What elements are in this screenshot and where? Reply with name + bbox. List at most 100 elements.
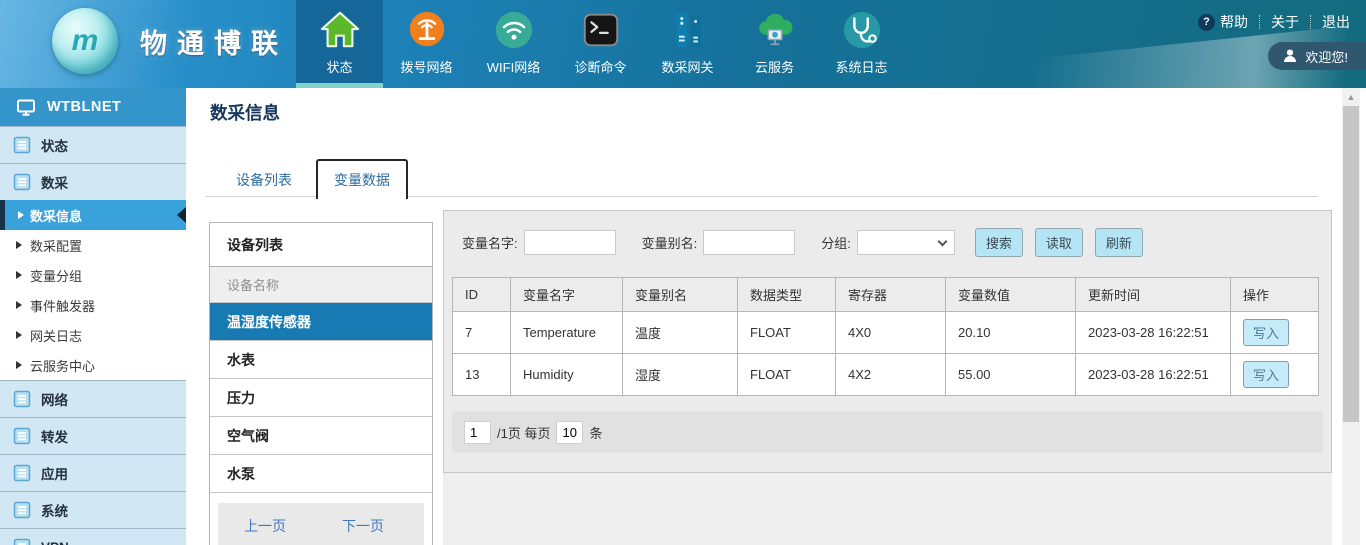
triangle-right-icon <box>16 331 22 339</box>
sidebar-subitem-cloud-center[interactable]: 云服务中心 <box>0 350 186 380</box>
group-label: 分组: <box>821 233 851 252</box>
dial-network-icon <box>405 8 449 52</box>
write-button[interactable]: 写入 <box>1243 319 1289 346</box>
sidebar-item-collect[interactable]: 数采 <box>0 163 186 200</box>
column-header-alias: 变量别名 <box>623 278 738 312</box>
refresh-button[interactable]: 刷新 <box>1095 228 1143 257</box>
group-select[interactable] <box>857 230 955 255</box>
nav-item-diagnostic-command[interactable]: 诊断命令 <box>557 0 644 88</box>
cell-name: Humidity <box>511 354 623 396</box>
table-header-row: ID 变量名字 变量别名 数据类型 寄存器 变量数值 更新时间 操作 <box>453 278 1319 312</box>
page-input[interactable] <box>464 421 491 444</box>
cell-datatype: FLOAT <box>738 354 836 396</box>
cell-register: 4X2 <box>836 354 946 396</box>
divider <box>1259 15 1260 29</box>
column-header-register: 寄存器 <box>836 278 946 312</box>
variable-name-input[interactable] <box>524 230 616 255</box>
list-icon <box>13 427 31 445</box>
sidebar-item-label: VPN <box>41 540 69 545</box>
nav-item-cloud-service[interactable]: 云服务 <box>731 0 818 88</box>
triangle-right-icon <box>16 241 22 249</box>
device-pager: 上一页 下一页 <box>218 503 424 545</box>
write-button[interactable]: 写入 <box>1243 361 1289 388</box>
device-item-water-pump[interactable]: 水泵 <box>210 455 432 493</box>
nav-item-system-log[interactable]: 系统日志 <box>818 0 905 88</box>
list-icon <box>13 173 31 191</box>
sidebar-item-label: 状态 <box>41 135 68 155</box>
table-pagination: /1页 每页 条 <box>452 411 1323 453</box>
device-item-temp-humidity-sensor[interactable]: 温湿度传感器 <box>210 303 432 341</box>
cell-id: 7 <box>453 312 511 354</box>
variable-table: ID 变量名字 变量别名 数据类型 寄存器 变量数值 更新时间 操作 7 <box>452 277 1319 396</box>
sidebar-subitem-event-trigger[interactable]: 事件触发器 <box>0 290 186 320</box>
tabs: 设备列表 变量数据 <box>220 159 408 199</box>
variable-alias-input[interactable] <box>703 230 795 255</box>
scrollbar[interactable]: ▲ <box>1342 88 1360 545</box>
device-item-air-valve[interactable]: 空气阀 <box>210 417 432 455</box>
cell-action: 写入 <box>1231 312 1319 354</box>
nav-item-dial-network[interactable]: 拨号网络 <box>383 0 470 88</box>
sidebar-item-label: 系统 <box>41 500 68 520</box>
page-size-input[interactable] <box>556 421 583 444</box>
sidebar-subitem-variable-group[interactable]: 变量分组 <box>0 260 186 290</box>
device-column-header: 设备名称 <box>210 267 432 303</box>
help-icon: ? <box>1198 14 1215 31</box>
prev-page-link[interactable]: 上一页 <box>244 516 286 536</box>
top-nav: 状态 拨号网络 WIFI网络 诊断命令 <box>296 0 905 88</box>
tab-device-list[interactable]: 设备列表 <box>220 162 308 199</box>
nav-item-label: 数采网关 <box>661 57 713 76</box>
nav-item-data-gateway[interactable]: 数采网关 <box>644 0 731 88</box>
user-icon <box>1282 48 1298 64</box>
nav-item-wifi-network[interactable]: WIFI网络 <box>470 0 557 88</box>
home-icon <box>318 8 362 52</box>
cell-value: 55.00 <box>946 354 1076 396</box>
cell-id: 13 <box>453 354 511 396</box>
brand-logo: m 物通博联 <box>52 8 288 74</box>
variable-data-panel: 变量名字: 变量别名: 分组: 搜索 读取 刷新 <box>443 210 1332 473</box>
about-link[interactable]: 关于 <box>1271 12 1299 32</box>
triangle-right-icon <box>18 211 24 219</box>
welcome-badge[interactable]: 欢迎您! <box>1268 42 1366 70</box>
sidebar-item-vpn[interactable]: VPN <box>0 528 186 545</box>
logout-link[interactable]: 退出 <box>1322 12 1350 32</box>
cell-register: 4X0 <box>836 312 946 354</box>
cell-alias: 湿度 <box>623 354 738 396</box>
chevron-down-icon <box>937 237 947 247</box>
sidebar-subitem-label: 数采配置 <box>30 236 82 255</box>
column-header-id: ID <box>453 278 511 312</box>
tab-variable-data[interactable]: 变量数据 <box>316 159 408 199</box>
device-item-water-meter[interactable]: 水表 <box>210 341 432 379</box>
search-button[interactable]: 搜索 <box>975 228 1023 257</box>
sidebar-item-application[interactable]: 应用 <box>0 454 186 491</box>
sidebar-item-system[interactable]: 系统 <box>0 491 186 528</box>
sidebar-item-network[interactable]: 网络 <box>0 380 186 417</box>
nav-item-label: 系统日志 <box>835 57 887 76</box>
column-header-updated: 更新时间 <box>1076 278 1231 312</box>
scroll-up-icon[interactable]: ▲ <box>1342 88 1360 105</box>
list-icon <box>13 136 31 154</box>
help-link[interactable]: 帮助 <box>1220 12 1248 32</box>
sidebar-item-status[interactable]: 状态 <box>0 126 186 163</box>
cell-alias: 温度 <box>623 312 738 354</box>
next-page-link[interactable]: 下一页 <box>342 516 384 536</box>
sidebar-subitem-collect-config[interactable]: 数采配置 <box>0 230 186 260</box>
monitor-icon <box>16 98 36 117</box>
sidebar-subitem-collect-info[interactable]: 数采信息 <box>0 200 186 230</box>
device-list-panel: 设备列表 设备名称 温湿度传感器 水表 压力 空气阀 水泵 上一页 下一页 <box>209 222 433 545</box>
table-row: 13 Humidity 湿度 FLOAT 4X2 55.00 2023-03-2… <box>453 354 1319 396</box>
read-button[interactable]: 读取 <box>1035 228 1083 257</box>
sidebar-subitem-label: 云服务中心 <box>30 356 95 375</box>
divider <box>1310 15 1311 29</box>
filter-bar: 变量名字: 变量别名: 分组: 搜索 读取 刷新 <box>452 220 1323 265</box>
nav-item-label: 诊断命令 <box>574 57 626 76</box>
page-title: 数采信息 <box>210 100 280 125</box>
device-item-pressure[interactable]: 压力 <box>210 379 432 417</box>
scrollbar-thumb[interactable] <box>1343 106 1359 422</box>
sidebar-item-forward[interactable]: 转发 <box>0 417 186 454</box>
nav-item-status[interactable]: 状态 <box>296 0 383 88</box>
nav-item-label: 云服务 <box>755 57 794 76</box>
list-icon <box>13 390 31 408</box>
sidebar-subitem-gateway-log[interactable]: 网关日志 <box>0 320 186 350</box>
cloud-service-icon <box>753 8 797 52</box>
sidebar-item-label: 网络 <box>41 389 68 409</box>
